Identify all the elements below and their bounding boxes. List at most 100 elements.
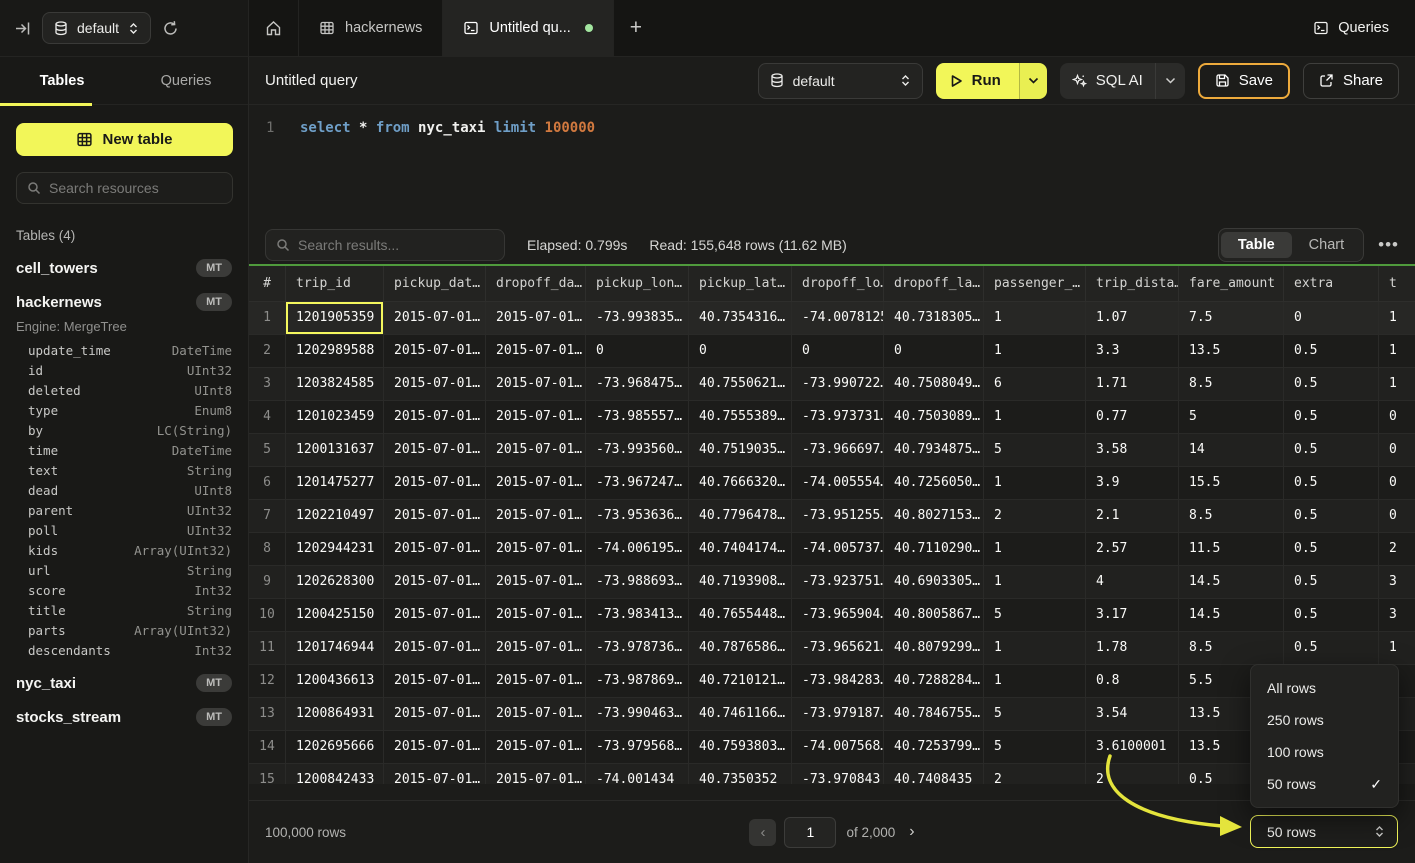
table-cell[interactable]: 5 [984, 698, 1086, 731]
table-cell[interactable]: 2015-07-01… [384, 434, 486, 467]
table-cell[interactable]: 40.7934875… [884, 434, 984, 467]
sidebar-table-hackernews[interactable]: hackernews MT [16, 285, 232, 319]
table-cell[interactable]: 0.5 [1284, 401, 1379, 434]
table-cell[interactable]: -73.967247… [586, 467, 689, 500]
table-cell[interactable]: 14 [1179, 434, 1284, 467]
table-cell[interactable]: 1 [1379, 632, 1415, 665]
row-number-cell[interactable]: 3 [249, 368, 286, 401]
table-cell[interactable]: 15.5 [1179, 467, 1284, 500]
table-cell[interactable]: 0.5 [1284, 533, 1379, 566]
table-cell[interactable]: 2015-07-01… [486, 368, 586, 401]
table-cell[interactable]: 2 [1086, 764, 1179, 784]
table-cell[interactable]: 0 [1379, 401, 1415, 434]
table-cell[interactable]: 0.5 [1284, 335, 1379, 368]
table-cell[interactable]: -73.951255… [792, 500, 884, 533]
new-table-button[interactable]: New table [16, 123, 233, 156]
table-cell[interactable]: 2.1 [1086, 500, 1179, 533]
table-cell[interactable]: 0 [1284, 302, 1379, 335]
table-cell[interactable]: 40.7655448… [689, 599, 792, 632]
row-number-cell[interactable]: 10 [249, 599, 286, 632]
table-cell[interactable]: 2015-07-01… [486, 500, 586, 533]
table-cell[interactable]: 40.7550621… [689, 368, 792, 401]
table-cell[interactable]: 2015-07-01… [384, 731, 486, 764]
table-cell[interactable]: 2015-07-01… [384, 632, 486, 665]
table-cell[interactable]: 40.7210121… [689, 665, 792, 698]
schema-column[interactable]: update_timeDateTime [28, 340, 232, 360]
table-cell[interactable]: 0 [1379, 467, 1415, 500]
table-cell[interactable]: -73.970843 [792, 764, 884, 784]
table-cell[interactable]: -73.953636… [586, 500, 689, 533]
sidebar-table-cell-towers[interactable]: cell_towers MT [16, 251, 232, 285]
table-cell[interactable]: 40.8027153… [884, 500, 984, 533]
table-cell[interactable]: 8.5 [1179, 632, 1284, 665]
table-cell[interactable]: -73.968475… [586, 368, 689, 401]
table-cell[interactable]: -73.965904… [792, 599, 884, 632]
collapse-sidebar-icon[interactable] [14, 20, 31, 37]
schema-column[interactable]: deletedUInt8 [28, 380, 232, 400]
table-cell[interactable]: 2015-07-01… [384, 500, 486, 533]
row-number-cell[interactable]: 7 [249, 500, 286, 533]
table-cell[interactable]: 1 [984, 335, 1086, 368]
table-cell[interactable]: 40.7110290… [884, 533, 984, 566]
column-header[interactable]: pickup_lon… [586, 266, 689, 302]
table-cell[interactable]: -73.979187… [792, 698, 884, 731]
table-cell[interactable]: 2015-07-01… [486, 467, 586, 500]
table-cell[interactable]: 3 [1379, 599, 1415, 632]
table-cell[interactable]: 1 [984, 665, 1086, 698]
table-cell[interactable]: 2015-07-01… [486, 731, 586, 764]
table-cell[interactable]: 5 [984, 599, 1086, 632]
table-cell[interactable]: 3.6100001 [1086, 731, 1179, 764]
table-cell[interactable]: 0.5 [1284, 434, 1379, 467]
row-number-cell[interactable]: 11 [249, 632, 286, 665]
results-search-input[interactable] [298, 237, 494, 253]
table-cell[interactable]: 5 [984, 731, 1086, 764]
row-number-cell[interactable]: 13 [249, 698, 286, 731]
table-cell[interactable]: 2015-07-01… [384, 533, 486, 566]
table-cell[interactable]: 2015-07-01… [384, 335, 486, 368]
table-cell[interactable]: 1.07 [1086, 302, 1179, 335]
table-cell[interactable]: -73.966697… [792, 434, 884, 467]
more-options-button[interactable]: ••• [1378, 235, 1399, 255]
table-cell[interactable]: 1200131637 [286, 434, 384, 467]
table-cell[interactable]: 0 [586, 335, 689, 368]
schema-column[interactable]: byLC(String) [28, 420, 232, 440]
queries-button[interactable]: Queries [1287, 0, 1415, 56]
table-cell[interactable]: 40.6903305… [884, 566, 984, 599]
share-button[interactable]: Share [1303, 63, 1399, 99]
query-database-selector[interactable]: default [758, 63, 923, 99]
table-cell[interactable]: -73.978736… [586, 632, 689, 665]
table-cell[interactable]: 40.7318305… [884, 302, 984, 335]
table-cell[interactable]: 0.5 [1284, 500, 1379, 533]
row-number-cell[interactable]: 2 [249, 335, 286, 368]
table-cell[interactable]: 2 [984, 500, 1086, 533]
table-cell[interactable]: 0.5 [1284, 632, 1379, 665]
sidebar-tab-queries[interactable]: Queries [124, 57, 248, 104]
page-size-option[interactable]: 50 rows✓ [1251, 768, 1398, 800]
table-cell[interactable]: 2015-07-01… [486, 632, 586, 665]
table-cell[interactable]: 1200425150 [286, 599, 384, 632]
table-cell[interactable]: 2015-07-01… [384, 368, 486, 401]
table-cell[interactable]: 40.7461166… [689, 698, 792, 731]
column-header[interactable]: trip_dista… [1086, 266, 1179, 302]
table-cell[interactable]: 1200864931 [286, 698, 384, 731]
table-cell[interactable]: 2015-07-01… [486, 434, 586, 467]
table-cell[interactable]: 3.58 [1086, 434, 1179, 467]
prev-page-button[interactable]: ‹ [749, 819, 776, 846]
schema-column[interactable]: partsArray(UInt32) [28, 620, 232, 640]
table-cell[interactable]: 2015-07-01… [384, 599, 486, 632]
table-cell[interactable]: 1201746944 [286, 632, 384, 665]
tab-untitled-query[interactable]: Untitled qu... [443, 0, 613, 56]
resource-search-input[interactable] [49, 180, 230, 196]
table-cell[interactable]: 8.5 [1179, 500, 1284, 533]
save-button[interactable]: Save [1198, 63, 1290, 99]
sidebar-tab-tables[interactable]: Tables [0, 57, 124, 104]
table-cell[interactable]: -73.993835… [586, 302, 689, 335]
table-cell[interactable]: 0.5 [1284, 467, 1379, 500]
table-cell[interactable]: 40.7519035… [689, 434, 792, 467]
table-cell[interactable]: 1202695666 [286, 731, 384, 764]
table-cell[interactable]: 2015-07-01… [486, 302, 586, 335]
table-cell[interactable]: -74.005554… [792, 467, 884, 500]
page-size-option[interactable]: 100 rows [1251, 736, 1398, 768]
table-cell[interactable]: 2015-07-01… [384, 401, 486, 434]
table-cell[interactable]: 40.7288284… [884, 665, 984, 698]
